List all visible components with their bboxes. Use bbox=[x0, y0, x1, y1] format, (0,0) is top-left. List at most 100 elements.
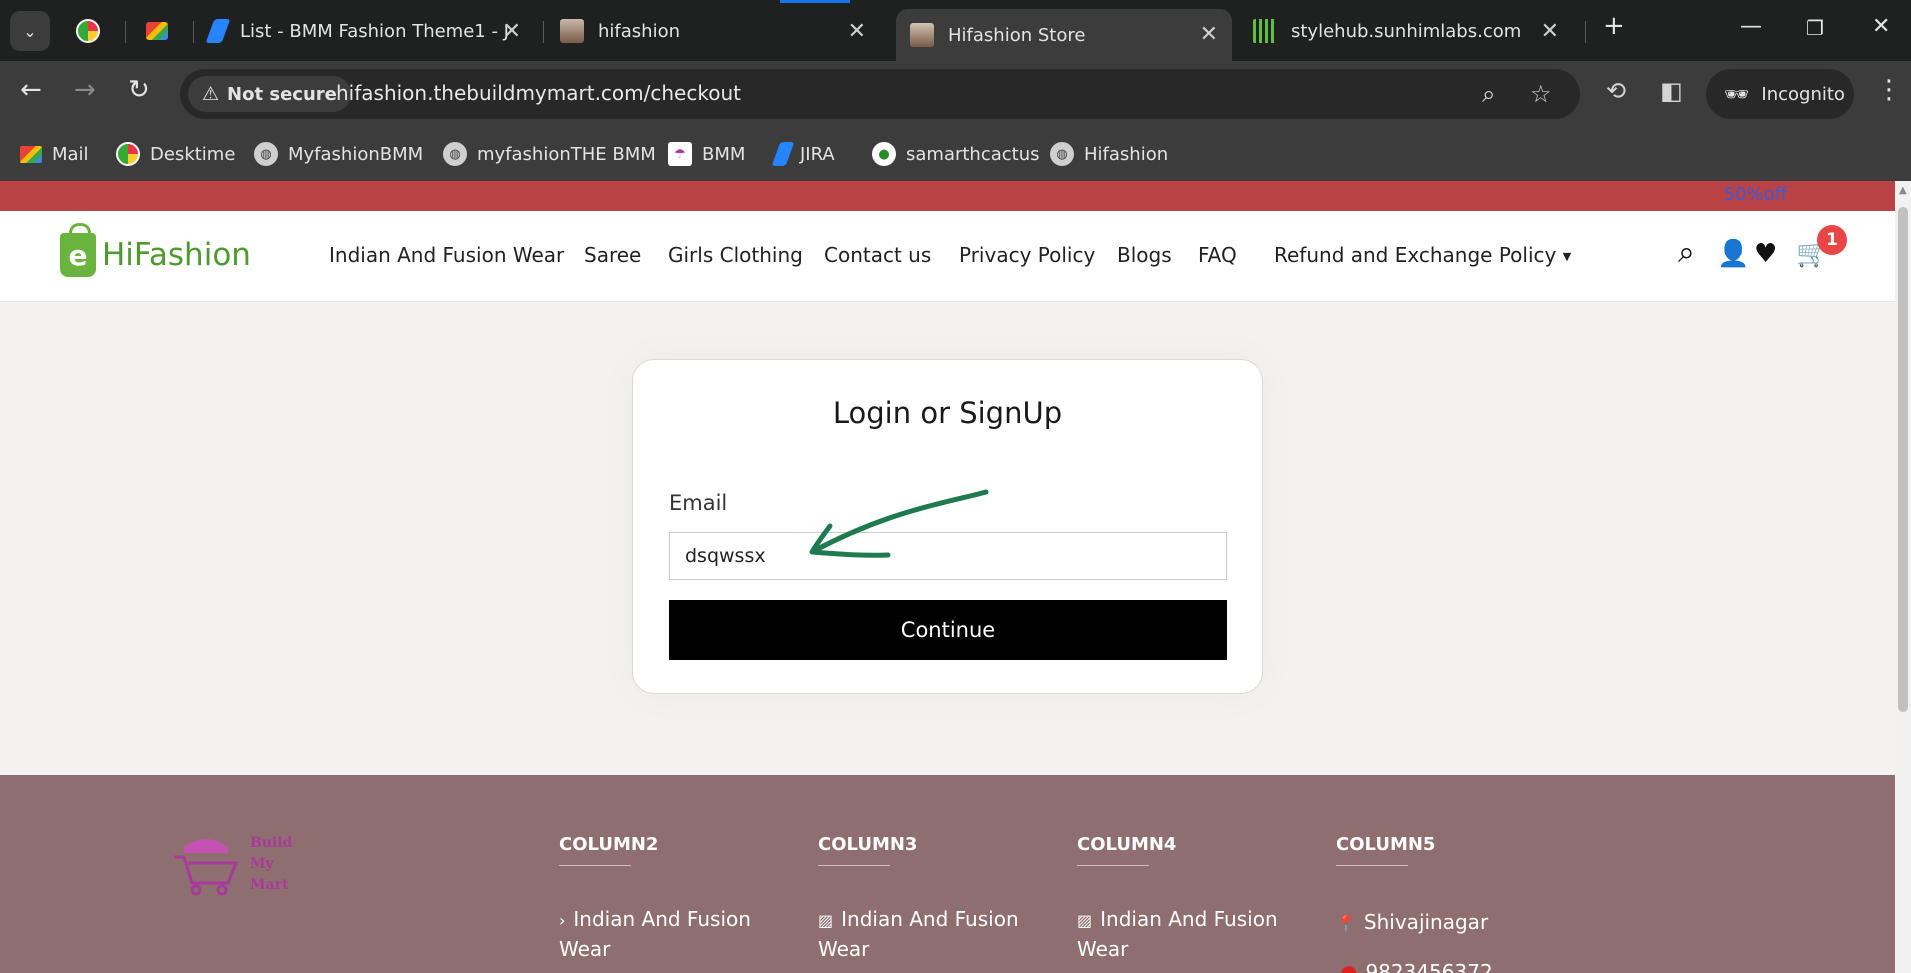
bookmark-samarthcactus[interactable]: ● samarthcactus bbox=[872, 140, 1040, 168]
reload-icon[interactable]: ↻ bbox=[128, 75, 150, 105]
bookmark-label: BMM bbox=[702, 143, 746, 165]
address-bar[interactable]: ⚠ Not secure hifashion.thebuildmymart.co… bbox=[180, 69, 1580, 119]
forward-arrow-icon[interactable]: → bbox=[74, 75, 96, 105]
shopping-cart-store-icon bbox=[174, 839, 239, 896]
footer-column-heading: COLUMN5 bbox=[1336, 834, 1436, 855]
bookmark-mail[interactable]: Mail bbox=[20, 140, 89, 168]
incognito-chip[interactable]: 🕶 Incognito bbox=[1706, 69, 1854, 119]
close-icon[interactable]: ✕ bbox=[1200, 22, 1218, 47]
tab-hifashion-store[interactable]: Hifashion Store ✕ bbox=[896, 9, 1232, 61]
page-scrollbar[interactable]: ▲ bbox=[1895, 181, 1911, 973]
globe-icon: ◍ bbox=[1050, 142, 1074, 166]
continue-button[interactable]: Continue bbox=[669, 600, 1227, 660]
site-header: e HiFashion Indian And Fusion Wear Saree… bbox=[0, 211, 1895, 302]
close-icon[interactable]: ✕ bbox=[503, 19, 521, 44]
extension-icon[interactable]: ⟲ bbox=[1606, 77, 1626, 105]
tab-loading-indicator bbox=[780, 0, 850, 3]
scrollbar-thumb[interactable] bbox=[1898, 207, 1908, 712]
brand-line: Build bbox=[250, 835, 293, 851]
close-icon[interactable]: ✕ bbox=[1541, 19, 1559, 44]
footer-column-heading: COLUMN3 bbox=[818, 834, 918, 855]
scroll-up-arrow-icon[interactable]: ▲ bbox=[1899, 185, 1907, 196]
new-tab-plus-icon[interactable]: + bbox=[1603, 11, 1625, 41]
security-chip[interactable]: ⚠ Not secure bbox=[188, 76, 351, 112]
gmail-icon bbox=[146, 22, 168, 40]
footer-link[interactable]: ▨ Indian And Fusion Wear bbox=[818, 905, 1038, 964]
bookmark-myfashionthe-bmm[interactable]: ◍ myfashionTHE BMM bbox=[443, 140, 656, 168]
nav-refund-exchange-dropdown[interactable]: Refund and Exchange Policy ▼ bbox=[1274, 243, 1571, 267]
heart-icon[interactable]: ♥ bbox=[1754, 239, 1777, 269]
kebab-menu-icon[interactable]: ⋮ bbox=[1876, 75, 1902, 105]
jira-icon bbox=[771, 142, 795, 166]
photo-icon bbox=[560, 19, 584, 43]
footer-phone[interactable]: ● 9823456372 bbox=[1340, 960, 1493, 973]
bookmark-label: Hifashion bbox=[1084, 143, 1169, 165]
bookmark-desktime[interactable]: Desktime bbox=[116, 140, 235, 168]
nav-saree[interactable]: Saree bbox=[584, 243, 641, 267]
email-label: Email bbox=[669, 491, 728, 515]
bookmark-hifashion[interactable]: ◍ Hifashion bbox=[1050, 140, 1168, 168]
bookmark-label: JIRA bbox=[800, 143, 835, 165]
browser-tab-bar: ⌄ List - BMM Fashion Theme1 - J ✕ hifash… bbox=[0, 0, 1911, 61]
footer-address-label: Shivajinagar bbox=[1363, 910, 1489, 934]
promo-bar: 50%off bbox=[0, 181, 1895, 211]
tab-list-bmm[interactable]: List - BMM Fashion Theme1 - J ✕ bbox=[205, 9, 535, 53]
brand-line: Mart bbox=[250, 877, 289, 893]
tab-desktime[interactable] bbox=[76, 9, 116, 53]
promo-text[interactable]: 50%off bbox=[1724, 184, 1787, 205]
tab-title: Hifashion Store bbox=[948, 24, 1086, 46]
bmm-icon: ☂ bbox=[668, 142, 692, 166]
nav-girls-clothing[interactable]: Girls Clothing bbox=[668, 243, 803, 267]
window-close-icon[interactable]: ✕ bbox=[1872, 14, 1890, 39]
nav-indian-fusion-wear[interactable]: Indian And Fusion Wear bbox=[329, 243, 564, 267]
bookmark-label: Mail bbox=[52, 143, 89, 165]
caret-down-icon: ▼ bbox=[1562, 250, 1572, 263]
footer-link-label: Indian And Fusion Wear bbox=[1077, 907, 1278, 961]
nav-blogs[interactable]: Blogs bbox=[1117, 243, 1172, 267]
tab-hifashion[interactable]: hifashion ✕ bbox=[560, 9, 880, 53]
footer-column-heading: COLUMN2 bbox=[559, 834, 659, 855]
desktime-icon bbox=[76, 19, 100, 43]
tab-title: List - BMM Fashion Theme1 - J bbox=[240, 20, 509, 42]
restore-icon[interactable]: ❐ bbox=[1806, 16, 1824, 40]
close-icon[interactable]: ✕ bbox=[848, 19, 866, 44]
user-icon[interactable]: 👤 bbox=[1717, 239, 1749, 269]
chevron-right-icon: › bbox=[559, 911, 566, 930]
footer-link-label: Indian And Fusion Wear bbox=[559, 907, 751, 961]
logo-letter: e bbox=[68, 238, 88, 272]
bookmark-bmm[interactable]: ☂ BMM bbox=[668, 140, 745, 168]
minimize-icon[interactable]: — bbox=[1740, 14, 1762, 39]
plant-icon bbox=[1253, 19, 1277, 43]
tab-search-button[interactable]: ⌄ bbox=[10, 11, 50, 51]
nav-faq[interactable]: FAQ bbox=[1198, 243, 1237, 267]
browser-toolbar: ← → ↻ ⚠ Not secure hifashion.thebuildmym… bbox=[0, 61, 1911, 126]
footer-phone-label: 9823456372 bbox=[1365, 960, 1493, 973]
url-text[interactable]: hifashion.thebuildmymart.com/checkout bbox=[336, 81, 741, 105]
tab-gmail[interactable] bbox=[146, 9, 186, 53]
desktime-icon bbox=[116, 142, 140, 166]
side-panel-icon[interactable]: ◧ bbox=[1660, 77, 1683, 105]
nav-privacy-policy[interactable]: Privacy Policy bbox=[959, 243, 1095, 267]
footer-address: 📍 Shivajinagar bbox=[1336, 908, 1556, 938]
brand-text: Build My Mart bbox=[250, 833, 292, 897]
site-logo[interactable]: e HiFashion bbox=[60, 223, 251, 277]
bookmark-star-icon[interactable]: ☆ bbox=[1530, 80, 1552, 108]
footer-link[interactable]: › Indian And Fusion Wear bbox=[559, 905, 779, 964]
tab-title: stylehub.sunhimlabs.com bbox=[1291, 20, 1522, 42]
footer-link[interactable]: ▨ Indian And Fusion Wear bbox=[1077, 905, 1297, 964]
search-icon[interactable]: ⌕ bbox=[1678, 235, 1695, 270]
nav-contact-us[interactable]: Contact us bbox=[824, 243, 931, 267]
incognito-icon: 🕶 bbox=[1724, 82, 1750, 106]
bookmarks-bar: Mail Desktime ◍ MyfashionBMM ◍ myfashion… bbox=[0, 126, 1911, 181]
broken-image-icon: ▨ bbox=[1077, 911, 1093, 930]
back-arrow-icon[interactable]: ← bbox=[20, 75, 42, 105]
brand-line: My bbox=[250, 856, 274, 872]
tab-stylehub[interactable]: stylehub.sunhimlabs.com ✕ bbox=[1253, 9, 1573, 53]
bookmark-myfashionbmm[interactable]: ◍ MyfashionBMM bbox=[254, 140, 423, 168]
zoom-magnifier-icon[interactable]: ⌕ bbox=[1482, 80, 1495, 108]
photo-icon bbox=[910, 23, 934, 47]
site-footer: Build My Mart COLUMN2 › Indian And Fusion… bbox=[0, 775, 1895, 973]
build-my-mart-logo[interactable]: Build My Mart bbox=[170, 833, 292, 897]
bookmark-jira[interactable]: JIRA bbox=[771, 140, 835, 168]
shopping-bag-logo-icon: e bbox=[60, 223, 96, 277]
